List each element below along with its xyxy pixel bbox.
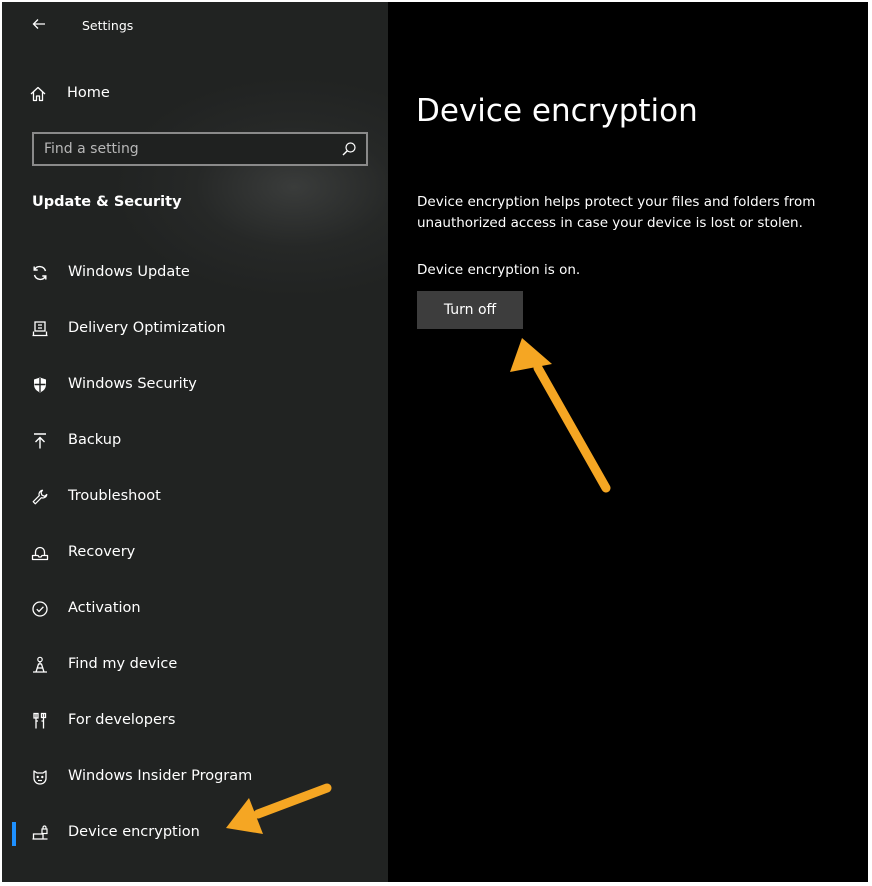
sidebar-item-device-encryption[interactable]: Device encryption (2, 814, 388, 854)
recovery-icon (30, 543, 50, 563)
sidebar-item-label: Device encryption (68, 824, 200, 840)
sidebar-item-label: Troubleshoot (68, 488, 161, 504)
sidebar-item-label: Delivery Optimization (68, 320, 226, 336)
sidebar-item-recovery[interactable]: Recovery (2, 534, 388, 574)
sidebar-item-home[interactable]: Home (28, 80, 368, 110)
sidebar: Settings Home Update & Security Windows … (2, 2, 388, 882)
description-text: Device encryption helps protect your fil… (417, 194, 816, 231)
sidebar-item-label: Backup (68, 432, 122, 448)
turn-off-button[interactable]: Turn off (417, 291, 523, 329)
search-input[interactable] (34, 134, 334, 164)
selection-indicator (12, 822, 16, 846)
sidebar-item-backup[interactable]: Backup (2, 422, 388, 462)
search-box (32, 132, 368, 166)
section-title: Update & Security (32, 194, 182, 210)
sidebar-item-windows-security[interactable]: Windows Security (2, 366, 388, 406)
page-title: Device encryption (416, 92, 698, 129)
sidebar-item-troubleshoot[interactable]: Troubleshoot (2, 478, 388, 518)
sidebar-item-label: Activation (68, 600, 141, 616)
shield-icon (30, 375, 50, 395)
sidebar-item-label: Windows Insider Program (68, 768, 253, 784)
sync-icon (30, 263, 50, 283)
check-circle-icon (30, 599, 50, 619)
sidebar-item-label: For developers (68, 712, 176, 728)
sidebar-item-label: Home (67, 85, 110, 101)
encryption-status: Device encryption is on. (417, 262, 581, 278)
backup-icon (30, 431, 50, 451)
find-device-icon (30, 655, 50, 675)
device-encryption-icon (30, 823, 50, 843)
app-title: Settings (82, 18, 134, 33)
sidebar-item-label: Find my device (68, 656, 178, 672)
search-icon[interactable] (340, 140, 358, 158)
wrench-icon (30, 487, 50, 507)
insider-icon (30, 767, 50, 787)
settings-window: Settings Home Update & Security Windows … (2, 2, 868, 882)
sidebar-item-activation[interactable]: Activation (2, 590, 388, 630)
sidebar-item-find-my-device[interactable]: Find my device (2, 646, 388, 686)
content-pane: Device encryption Device encryption help… (388, 2, 868, 882)
developer-tools-icon (30, 711, 50, 731)
sidebar-item-label: Windows Security (68, 376, 197, 392)
title-bar: Settings (2, 2, 388, 52)
sidebar-item-for-developers[interactable]: For developers (2, 702, 388, 742)
sidebar-item-windows-update[interactable]: Windows Update (2, 254, 388, 294)
sidebar-item-label: Windows Update (68, 264, 190, 280)
home-icon (28, 84, 48, 104)
sidebar-item-windows-insider-program[interactable]: Windows Insider Program (2, 758, 388, 798)
delivery-optimization-icon (30, 319, 50, 339)
back-arrow-icon[interactable] (28, 16, 50, 38)
sidebar-item-label: Recovery (68, 544, 136, 560)
sidebar-item-delivery-optimization[interactable]: Delivery Optimization (2, 310, 388, 350)
